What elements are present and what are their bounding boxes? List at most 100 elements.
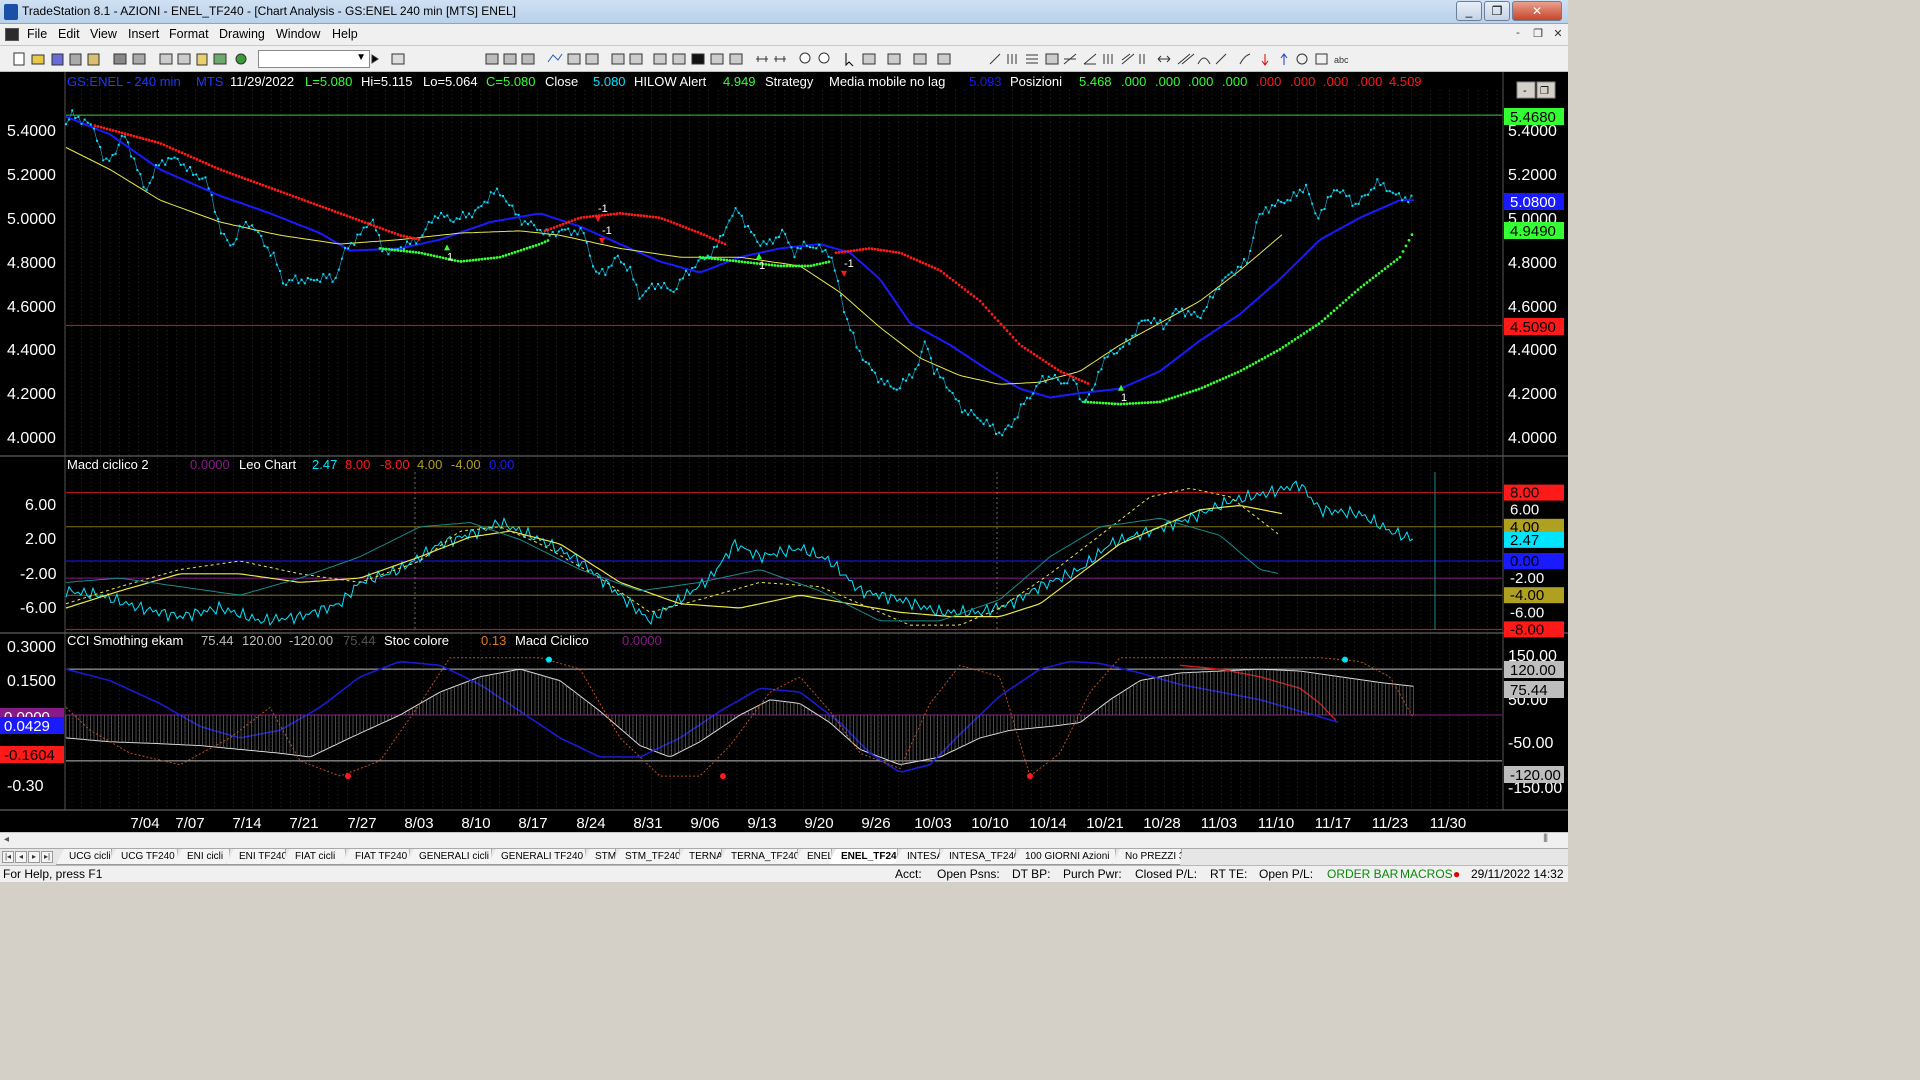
symbol-lookup-icon[interactable] xyxy=(391,53,405,65)
tab-terna-tf240[interactable]: TERNA_TF240 xyxy=(718,849,798,865)
print-icon[interactable] xyxy=(132,53,146,65)
tab-enel[interactable]: ENEL xyxy=(794,849,832,865)
tools-icon[interactable] xyxy=(887,53,901,65)
ray-icon[interactable] xyxy=(1215,53,1227,65)
cycle-lines-icon[interactable] xyxy=(1103,54,1113,64)
chart-canvas[interactable]: -1 1 -1 1 -1 1 GS:ENEL - 240 min MTS 11/29/20… xyxy=(0,72,1568,834)
horizontal-arrow-icon[interactable] xyxy=(1157,55,1171,63)
freehand-icon[interactable] xyxy=(1239,53,1251,65)
chart-analysis-window[interactable]: -1 1 -1 1 -1 1 GS:ENEL - 240 min MTS 11/29/20… xyxy=(0,72,1568,834)
symbol-combo[interactable]: ▼ xyxy=(258,50,370,68)
rectangle-icon[interactable] xyxy=(1315,53,1328,65)
tab-eni-cicli[interactable]: ENI cicli xyxy=(174,849,230,865)
alert-icon[interactable] xyxy=(937,53,951,65)
tab-no-prezzi-3[interactable]: No PREZZI 3 xyxy=(1112,849,1182,865)
maximize-button[interactable]: ❐ xyxy=(1484,1,1510,21)
save-all-icon[interactable] xyxy=(69,53,82,66)
chart-icon-2[interactable] xyxy=(503,53,517,65)
zoom-out-icon[interactable] xyxy=(818,52,830,64)
horizontal-scrollbar[interactable]: ◂ ⦀ xyxy=(0,832,1568,848)
tab-ucg-tf240[interactable]: UCG TF240 xyxy=(108,849,178,865)
tab-intesa[interactable]: INTESA xyxy=(894,849,940,865)
workspace-icon[interactable] xyxy=(87,53,100,66)
text-icon[interactable] xyxy=(913,53,927,65)
parallel-lines-icon[interactable] xyxy=(1177,53,1195,65)
radar-icon[interactable] xyxy=(235,53,247,65)
tab-fiat-cicli[interactable]: FIAT cicli xyxy=(282,849,346,865)
scroll-left-icon[interactable]: ◂ xyxy=(4,834,9,845)
tab-stm-tf240[interactable]: STM_TF240 xyxy=(612,849,680,865)
menu-file[interactable]: File xyxy=(27,27,47,41)
tab-eni-tf240[interactable]: ENI TF240 xyxy=(226,849,286,865)
lock-icon[interactable] xyxy=(196,53,208,66)
chart-window-icon[interactable] xyxy=(5,28,19,41)
tab-terna[interactable]: TERNA xyxy=(676,849,722,865)
insert-indicator-icon[interactable] xyxy=(567,53,581,65)
tab-ucg-cicli[interactable]: UCG cicli xyxy=(56,849,112,865)
scroll-thumb-icon[interactable]: ⦀ xyxy=(1543,833,1548,846)
text-tool-icon[interactable]: abc xyxy=(1334,55,1349,65)
trendline-icon[interactable] xyxy=(989,53,1001,65)
cursor-icon[interactable] xyxy=(862,53,876,65)
order-bar-button[interactable]: ORDER BAR xyxy=(1327,867,1398,881)
menu-view[interactable]: View xyxy=(90,27,117,41)
format-icon-2[interactable] xyxy=(629,53,643,65)
tab-first-icon[interactable]: |◂ xyxy=(2,851,14,863)
background-icon[interactable] xyxy=(691,53,705,65)
window-icon-2[interactable] xyxy=(177,53,191,65)
tab-intesa-tf240[interactable]: INTESA_TF240 xyxy=(936,849,1016,865)
save-icon[interactable] xyxy=(51,53,64,66)
macros-button[interactable]: MACROS xyxy=(1400,867,1453,881)
chart-icon-1[interactable] xyxy=(485,53,499,65)
channel-icon[interactable] xyxy=(1121,53,1135,65)
menu-format[interactable]: Format xyxy=(169,27,209,41)
speed-lines-icon[interactable] xyxy=(1063,53,1077,65)
print-preview-icon[interactable] xyxy=(113,53,127,65)
tab-fiat-tf240[interactable]: FIAT TF240 xyxy=(342,849,410,865)
candle-icon[interactable] xyxy=(672,53,686,65)
compress-icon[interactable] xyxy=(756,56,768,62)
tab-100-giorni-azioni[interactable]: 100 GIORNI Azioni xyxy=(1012,849,1116,865)
chevron-down-icon[interactable]: ▼ xyxy=(356,52,366,63)
down-arrow-icon[interactable] xyxy=(1261,54,1269,66)
expand-icon[interactable] xyxy=(774,56,786,62)
arc-icon[interactable] xyxy=(1197,57,1211,65)
tab-next-icon[interactable]: ▸ xyxy=(28,851,40,863)
menu-drawing[interactable]: Drawing xyxy=(219,27,265,41)
line-chart-icon[interactable] xyxy=(547,53,563,63)
vertical-lines-icon[interactable] xyxy=(1139,54,1145,64)
macro-icon[interactable] xyxy=(213,53,227,65)
close-button[interactable]: ✕ xyxy=(1512,1,1562,21)
tab-prev-icon[interactable]: ◂ xyxy=(15,851,27,863)
horizontal-lines-icon[interactable] xyxy=(1026,54,1038,64)
mdi-minimize-button[interactable]: - xyxy=(1510,27,1526,43)
mdi-restore-button[interactable]: ❐ xyxy=(1530,27,1546,43)
tab-generali-tf240[interactable]: GENERALI TF240 xyxy=(488,849,586,865)
tab-last-icon[interactable]: ▸| xyxy=(41,851,53,863)
menu-edit[interactable]: Edit xyxy=(58,27,80,41)
fibonacci-icon[interactable] xyxy=(1045,53,1059,65)
chart-icon-3[interactable] xyxy=(521,53,535,65)
mdi-close-button[interactable]: ✕ xyxy=(1550,27,1566,43)
tab-generali-cicli[interactable]: GENERALI cicli xyxy=(406,849,492,865)
pointer-icon[interactable] xyxy=(845,53,854,67)
ellipse-icon[interactable] xyxy=(1296,53,1308,65)
minimize-button[interactable]: _ xyxy=(1456,1,1482,21)
combo-go-icon[interactable] xyxy=(371,54,379,64)
bar-icon[interactable] xyxy=(653,53,667,65)
tab-enel-tf240[interactable]: ENEL_TF240 xyxy=(828,849,898,865)
window-icon-1[interactable] xyxy=(159,53,173,65)
zoom-in-icon[interactable] xyxy=(799,52,811,64)
up-arrow-icon[interactable] xyxy=(1280,53,1288,65)
menu-help[interactable]: Help xyxy=(332,27,358,41)
volume-icon[interactable] xyxy=(729,53,743,65)
menu-insert[interactable]: Insert xyxy=(128,27,159,41)
bar-type-icon[interactable] xyxy=(710,53,724,65)
time-lines-icon[interactable] xyxy=(1007,54,1017,64)
insert-strategy-icon[interactable] xyxy=(585,53,599,65)
menu-window[interactable]: Window xyxy=(276,27,320,41)
gann-fan-icon[interactable] xyxy=(1083,53,1097,65)
format-icon-1[interactable] xyxy=(611,53,625,65)
new-icon[interactable] xyxy=(13,52,25,66)
open-icon[interactable] xyxy=(31,54,45,65)
